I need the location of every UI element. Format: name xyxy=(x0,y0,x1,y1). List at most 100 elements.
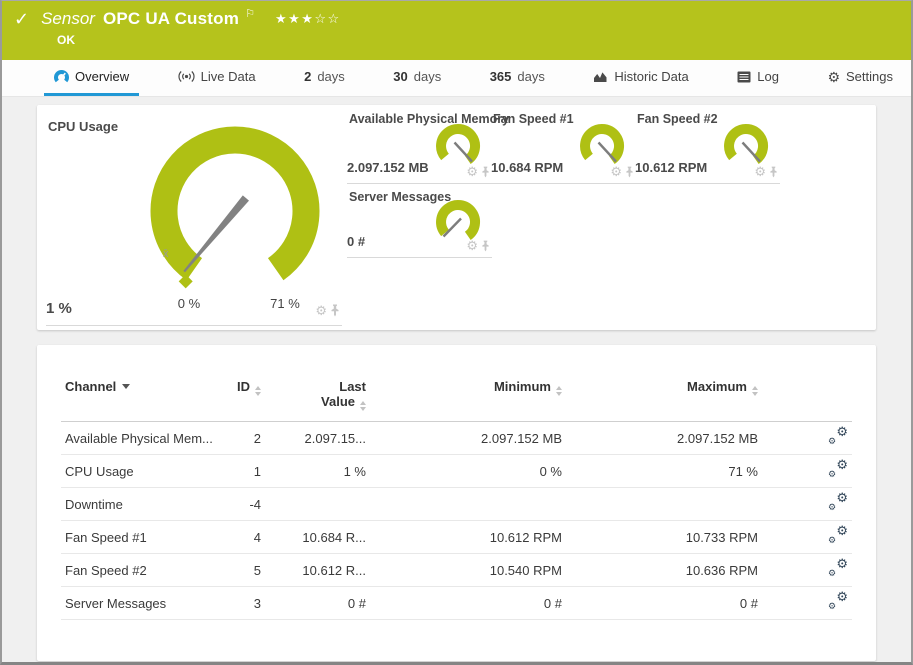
channel-maximum: 0 # xyxy=(566,586,762,620)
channel-last-value: 2.097.15... xyxy=(265,421,370,455)
sort-desc-icon xyxy=(122,384,131,389)
column-label: Channel xyxy=(65,379,117,394)
average-marker-diamond xyxy=(178,274,193,289)
tab-2-days[interactable]: 2 days xyxy=(294,60,355,96)
table-row[interactable]: Fan Speed #1 4 10.684 R... 10.612 RPM 10… xyxy=(61,520,852,554)
tab-live-data[interactable]: Live Data xyxy=(168,60,266,96)
channel-table-panel: Channel ID Last Value Minimum Maximum Av… xyxy=(37,345,876,661)
channel-minimum: 0 # xyxy=(370,586,566,620)
tab-label-number: 2 xyxy=(304,69,312,84)
channel-minimum: 2.097.152 MB xyxy=(370,421,566,455)
pin-icon[interactable] xyxy=(625,166,634,178)
prtg-sensor-window: ✓ Sensor OPC UA Custom ⚐ ★★★☆☆ OK Overvi… xyxy=(0,0,913,665)
channel-last-value: 0 # xyxy=(265,586,370,620)
pin-icon[interactable] xyxy=(481,240,490,252)
edit-channel-gears-icon[interactable]: ⚙ ⚙ xyxy=(828,458,848,479)
edit-channel-gears-icon[interactable]: ⚙ ⚙ xyxy=(828,425,848,446)
channel-last-value: 10.612 R... xyxy=(265,553,370,587)
gauge-title: Fan Speed #2 xyxy=(637,112,718,126)
channel-last-value: 0 # xyxy=(347,234,366,249)
channel-settings-gear-icon[interactable]: ⚙ xyxy=(754,165,766,178)
channel-name: Fan Speed #2 xyxy=(61,553,231,587)
column-label: Value xyxy=(321,394,355,409)
channel-id: -4 xyxy=(231,487,265,521)
column-header-maximum[interactable]: Maximum xyxy=(566,375,762,422)
flag-icon[interactable]: ⚐ xyxy=(245,7,255,20)
pin-icon[interactable] xyxy=(481,166,490,178)
tab-365-days[interactable]: 365 days xyxy=(480,60,555,96)
channel-minimum xyxy=(370,487,566,521)
edit-channel-gears-icon[interactable]: ⚙ ⚙ xyxy=(828,557,848,578)
channel-table: Channel ID Last Value Minimum Maximum Av… xyxy=(61,375,852,620)
gauge-max-label: 71 % xyxy=(270,296,300,311)
column-header-id[interactable]: ID xyxy=(231,375,265,422)
pin-icon[interactable] xyxy=(769,166,778,178)
column-header-minimum[interactable]: Minimum xyxy=(370,375,566,422)
channel-name: Downtime xyxy=(61,487,231,521)
tab-log[interactable]: Log xyxy=(727,60,789,96)
gauge-min-label: 0 % xyxy=(177,296,201,311)
sensor-header: ✓ Sensor OPC UA Custom ⚐ ★★★☆☆ OK xyxy=(2,1,911,60)
sort-icon xyxy=(360,401,366,411)
cpu-gauge-dial: x̄ xyxy=(150,126,320,289)
table-row[interactable]: Server Messages 3 0 # 0 # 0 # ⚙ ⚙ xyxy=(61,586,852,620)
gauge-title: Fan Speed #1 xyxy=(493,112,574,126)
tab-label: days xyxy=(317,69,345,84)
pin-icon[interactable] xyxy=(330,304,340,317)
column-header-actions xyxy=(762,375,852,422)
tab-overview[interactable]: Overview xyxy=(44,60,140,96)
channel-settings-gear-icon[interactable]: ⚙ xyxy=(610,165,622,178)
edit-channel-gears-icon[interactable]: ⚙ ⚙ xyxy=(828,524,848,545)
fan-speed-1-gauge-block: Fan Speed #1 10.684 RPM ⚙ xyxy=(491,112,636,184)
channel-settings-gear-icon[interactable]: ⚙ xyxy=(315,304,327,317)
channel-minimum: 0 % xyxy=(370,454,566,488)
channel-name: Fan Speed #1 xyxy=(61,520,231,554)
tab-settings[interactable]: ⚙ Settings xyxy=(817,60,903,96)
channel-maximum: 2.097.152 MB xyxy=(566,421,762,455)
column-label: Maximum xyxy=(687,379,747,394)
table-row[interactable]: CPU Usage 1 1 % 0 % 71 % ⚙ ⚙ xyxy=(61,454,852,488)
channel-maximum: 10.636 RPM xyxy=(566,553,762,587)
channel-last-value: 1 % xyxy=(265,454,370,488)
channel-settings-gear-icon[interactable]: ⚙ xyxy=(466,165,478,178)
channel-maximum: 10.733 RPM xyxy=(566,520,762,554)
channel-name: Available Physical Mem... xyxy=(61,421,231,455)
sort-icon xyxy=(556,386,562,396)
live-data-icon xyxy=(178,71,195,82)
channel-id: 5 xyxy=(231,553,265,587)
column-label: ID xyxy=(237,379,250,394)
channel-maximum: 71 % xyxy=(566,454,762,488)
column-header-last-value[interactable]: Last Value xyxy=(265,375,370,422)
channel-last-value: 1 % xyxy=(46,300,72,317)
table-row[interactable]: Downtime -4 ⚙ ⚙ xyxy=(61,487,852,521)
tab-historic-data[interactable]: Historic Data xyxy=(583,60,698,96)
column-label: Minimum xyxy=(493,379,551,394)
channel-last-value xyxy=(265,487,370,521)
historic-data-icon xyxy=(594,72,607,82)
table-row[interactable]: Fan Speed #2 5 10.612 R... 10.540 RPM 10… xyxy=(61,553,852,587)
cpu-usage-gauge-block: CPU Usage x̄ 0 % 71 % 1 % ⚙ xyxy=(46,112,342,326)
gauge-title: CPU Usage xyxy=(48,119,119,134)
tab-bar: Overview Live Data 2 days 30 days 365 da… xyxy=(2,60,911,97)
gauge-title: Available Physical Memory xyxy=(349,112,510,126)
table-row[interactable]: Available Physical Mem... 2 2.097.15... … xyxy=(61,421,852,455)
priority-stars[interactable]: ★★★☆☆ xyxy=(275,11,341,27)
tab-label: Settings xyxy=(846,69,893,84)
channel-name: Server Messages xyxy=(61,586,231,620)
channel-name: CPU Usage xyxy=(61,454,231,488)
channel-id: 4 xyxy=(231,520,265,554)
column-header-channel[interactable]: Channel xyxy=(61,375,231,422)
edit-channel-gears-icon[interactable]: ⚙ ⚙ xyxy=(828,590,848,611)
column-label: Last xyxy=(339,379,366,394)
channel-id: 2 xyxy=(231,421,265,455)
gauge-needle xyxy=(183,195,249,273)
sort-icon xyxy=(752,386,758,396)
tab-label: days xyxy=(413,69,442,84)
edit-channel-gears-icon[interactable]: ⚙ ⚙ xyxy=(828,491,848,512)
channel-last-value: 10.684 RPM xyxy=(491,160,564,175)
channel-settings-gear-icon[interactable]: ⚙ xyxy=(466,239,478,252)
available-physical-memory-gauge-block: Available Physical Memory 2.097.152 MB ⚙ xyxy=(347,112,509,184)
tab-label: Log xyxy=(757,69,779,84)
fan-speed-2-gauge-block: Fan Speed #2 10.612 RPM ⚙ xyxy=(635,112,780,184)
tab-30-days[interactable]: 30 days xyxy=(383,60,451,96)
